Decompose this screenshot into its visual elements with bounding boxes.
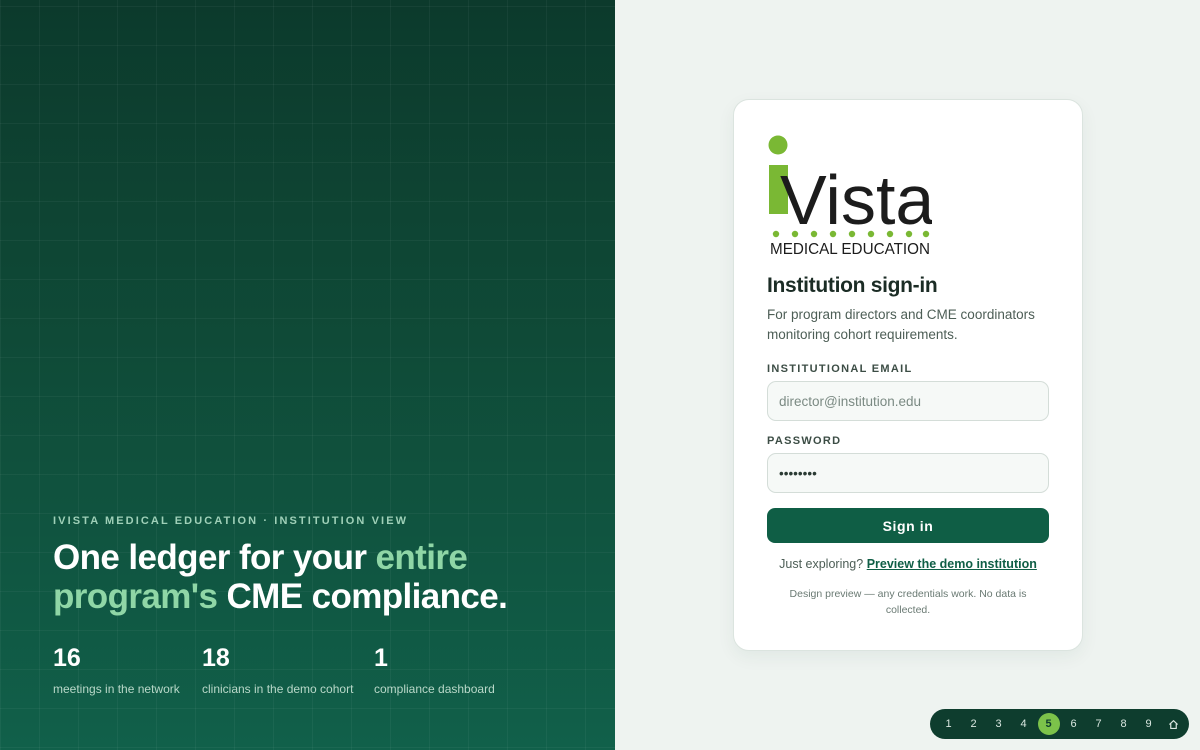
logo-wordmark: Vista xyxy=(780,161,932,239)
page-8[interactable]: 8 xyxy=(1111,713,1136,735)
page-6[interactable]: 6 xyxy=(1061,713,1086,735)
page-7[interactable]: 7 xyxy=(1086,713,1111,735)
page-2[interactable]: 2 xyxy=(961,713,986,735)
password-field[interactable] xyxy=(767,453,1049,493)
stat-clinicians: 18 clinicians in the demo cohort xyxy=(202,644,353,696)
grid-background xyxy=(0,0,615,750)
design-preview-note: Design preview — any credentials work. N… xyxy=(789,588,1027,616)
hero-panel: IVISTA MEDICAL EDUCATION · INSTITUTION V… xyxy=(0,0,615,750)
ivista-logo: Vista MEDICAL EDUCATION xyxy=(768,135,932,258)
stat-value: 16 xyxy=(53,644,81,672)
slide-pager: 1 2 3 4 5 6 7 8 9 xyxy=(930,709,1189,739)
hero-eyebrow: IVISTA MEDICAL EDUCATION · INSTITUTION V… xyxy=(53,515,409,527)
hero-headline: One ledger for your entire program's CME… xyxy=(53,538,593,616)
headline-text: One ledger for your xyxy=(53,538,376,577)
explore-line: Just exploring? Preview the demo institu… xyxy=(734,557,1082,571)
home-glyph xyxy=(1168,719,1179,729)
stat-meetings: 16 meetings in the network xyxy=(53,644,180,696)
password-label: PASSWORD xyxy=(767,435,842,447)
signin-title: Institution sign-in xyxy=(767,274,938,297)
page-5-active[interactable]: 5 xyxy=(1037,713,1060,735)
stat-label: meetings in the network xyxy=(53,682,180,696)
signin-subtitle: For program directors and CME coordinato… xyxy=(767,307,1035,342)
stat-label: compliance dashboard xyxy=(374,682,495,696)
email-field[interactable] xyxy=(767,381,1049,421)
explore-prefix: Just exploring? xyxy=(779,557,867,571)
stat-label: clinicians in the demo cohort xyxy=(202,682,354,696)
email-label: INSTITUTIONAL EMAIL xyxy=(767,363,913,375)
signin-card: Vista MEDICAL EDUCATION Institution sign… xyxy=(733,99,1083,651)
logo-tagline: MEDICAL EDUCATION xyxy=(770,241,930,258)
stat-value: 1 xyxy=(374,644,388,672)
page-4[interactable]: 4 xyxy=(1011,713,1036,735)
page-3[interactable]: 3 xyxy=(986,713,1011,735)
stat-value: 18 xyxy=(202,644,230,672)
home-icon[interactable] xyxy=(1161,713,1186,735)
signin-button[interactable]: Sign in xyxy=(767,508,1049,543)
page-1[interactable]: 1 xyxy=(936,713,961,735)
page-9[interactable]: 9 xyxy=(1136,713,1161,735)
headline-text-end: CME compliance. xyxy=(217,577,508,616)
stat-dashboard: 1 compliance dashboard xyxy=(374,644,495,696)
preview-demo-link[interactable]: Preview the demo institution xyxy=(867,557,1037,571)
